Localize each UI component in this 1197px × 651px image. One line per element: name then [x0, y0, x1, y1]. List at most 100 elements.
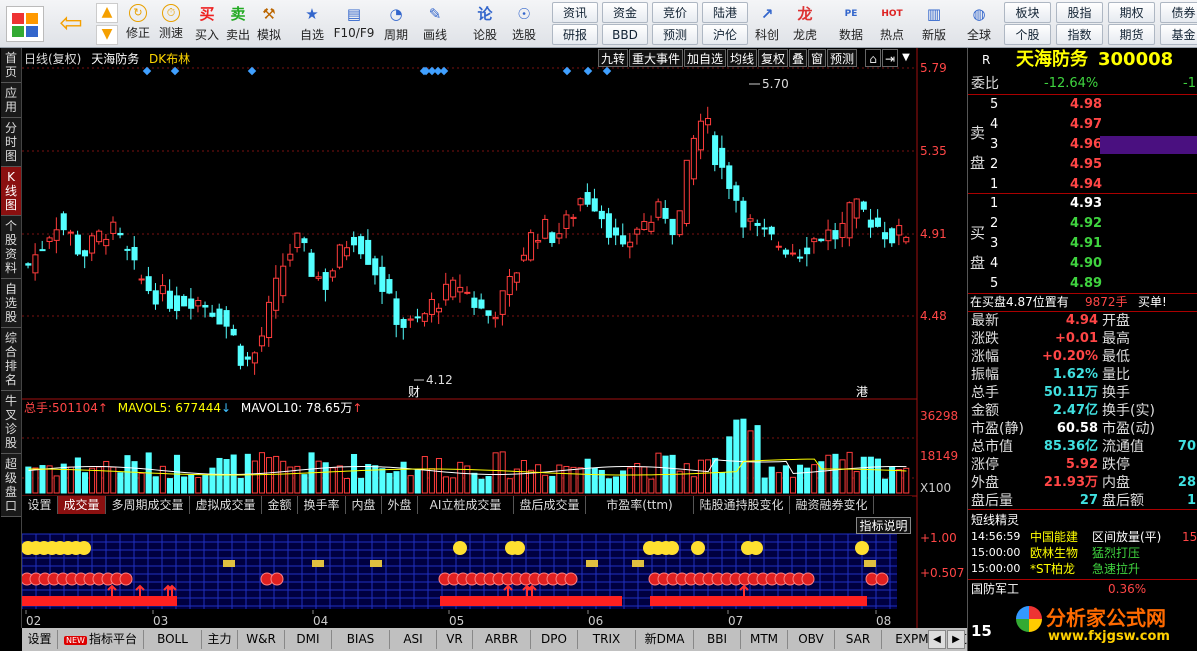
kline-chart-area[interactable]: 5.79 5.35 4.91 4.48 36298 18149 X100 5.70 4.12 财 港…	[22, 48, 967, 628]
expand-icon[interactable]: ⇥	[882, 49, 898, 67]
indicator-tab-2[interactable]: BOLL	[144, 630, 202, 649]
sector-row[interactable]: 国防军工 0.36%	[968, 580, 1197, 598]
left-nav-item-6[interactable]: 综合排名	[1, 328, 21, 391]
indicator-tab-4[interactable]: W&R	[238, 630, 285, 649]
toolbar-sell-button[interactable]: 卖卖出	[223, 2, 253, 46]
toolbar-doc-button[interactable]: ▥ 新版	[917, 2, 951, 46]
toolbar-clock-button[interactable]: ◔ 周期	[379, 2, 413, 46]
chart-btn-6[interactable]: 窗	[808, 49, 826, 67]
vol-tab-9[interactable]: 盘后成交量	[514, 496, 586, 514]
left-nav-item-8[interactable]: 超级盘口	[1, 454, 21, 517]
quick-link-15[interactable]: 基金	[1160, 24, 1197, 45]
chart-btn-3[interactable]: 均线	[727, 49, 757, 67]
toolbar-chart-button[interactable]: ↗ 科创	[750, 2, 784, 46]
quick-link-14[interactable]: 期货	[1108, 24, 1155, 45]
buy-level-3[interactable]: 3 4.91	[968, 235, 1197, 253]
left-nav-item-0[interactable]: 首页	[1, 48, 21, 83]
left-nav-item-1[interactable]: 应用	[1, 83, 21, 118]
vol-tab-7[interactable]: 外盘	[382, 496, 418, 514]
vol-tab-5[interactable]: 换手率	[298, 496, 346, 514]
quick-link-11[interactable]: 债券	[1160, 2, 1197, 23]
buy-level-5[interactable]: 5 4.89	[968, 275, 1197, 293]
toolbar-filter-button[interactable]: ☉ 选股	[505, 2, 543, 46]
toolbar-star-button[interactable]: ★ 自选	[296, 2, 328, 46]
scroll-right-icon[interactable]: ▶	[947, 630, 965, 649]
sell-level-2[interactable]: 2 4.95	[968, 156, 1197, 174]
toolbar-pe-button[interactable]: PE 数据	[834, 2, 868, 46]
indicator-help-button[interactable]: 指标说明	[856, 517, 911, 534]
nav-1-button[interactable]: ⏱ 测速	[155, 2, 187, 46]
left-nav-item-4[interactable]: 个股资料	[1, 216, 21, 279]
vol-tab-12[interactable]: 融资融券变化	[790, 496, 874, 514]
vol-tab-3[interactable]: 虚拟成交量	[190, 496, 262, 514]
vol-tab-8[interactable]: AI立桩成交量	[418, 496, 514, 514]
quick-link-6[interactable]: 预测	[652, 24, 698, 45]
indicator-tab-9[interactable]: ARBR	[473, 630, 531, 649]
chart-btn-0[interactable]: 九转	[598, 49, 628, 67]
indicator-tab-15[interactable]: OBV	[788, 630, 835, 649]
indicator-tab-12[interactable]: 新DMA	[636, 630, 694, 649]
toolbar-globe-button[interactable]: ◍ 全球	[961, 2, 997, 46]
indicator-tab-8[interactable]: VR	[437, 630, 473, 649]
quick-link-13[interactable]: 指数	[1056, 24, 1103, 45]
sprite-title[interactable]: 短线精灵	[968, 511, 1197, 529]
sell-level-5[interactable]: 5 4.98	[968, 96, 1197, 114]
sell-level-1[interactable]: 1 4.94	[968, 176, 1197, 194]
sprite-row-1[interactable]: 15:00:00 欧林生物 猛烈打压	[968, 545, 1197, 561]
kline-svg[interactable]: 5.79 5.35 4.91 4.48 36298 18149 X100 5.70 4.12 财 港…	[22, 48, 967, 628]
toolbar-dragon-button[interactable]: 龙龙虎	[788, 2, 822, 46]
chart-btn-2[interactable]: 加自选	[684, 49, 726, 67]
app-logo[interactable]	[6, 6, 44, 42]
quick-link-3[interactable]: 陆港	[702, 2, 748, 23]
lock-icon[interactable]: ⌂	[865, 49, 881, 67]
left-nav-item-3[interactable]: K线图	[1, 167, 21, 216]
indicator-tab-0[interactable]: 设置	[22, 630, 58, 649]
left-nav-item-2[interactable]: 分时图	[1, 118, 21, 167]
indicator-tab-10[interactable]: DPO	[531, 630, 578, 649]
indicator-tab-7[interactable]: ASI	[390, 630, 437, 649]
down-arrow-icon[interactable]: ▼	[96, 25, 118, 45]
vol-tab-0[interactable]: 设置	[22, 496, 58, 514]
toolbar-buy-button[interactable]: 买买入	[192, 2, 222, 46]
toolbar-f10-button[interactable]: ▤ F10/F9	[331, 2, 377, 46]
toolbar-hot-button[interactable]: HOT 热点	[875, 2, 909, 46]
scroll-left-icon[interactable]: ◀	[928, 630, 946, 649]
quick-link-10[interactable]: 期权	[1108, 2, 1155, 23]
vol-tab-10[interactable]: 市盈率(ttm)	[586, 496, 694, 514]
toolbar-hammer-button[interactable]: ⚒ 模拟	[254, 2, 284, 46]
chart-btn-4[interactable]: 复权	[758, 49, 788, 67]
up-arrow-icon[interactable]: ▲	[96, 3, 118, 23]
toolbar-chat-button[interactable]: 论论股	[468, 2, 502, 46]
toolbar-pen-button[interactable]: ✎ 画线	[418, 2, 452, 46]
buy-level-4[interactable]: 4 4.90	[968, 255, 1197, 273]
quick-link-5[interactable]: BBD	[602, 24, 648, 45]
event-tag-fin[interactable]: 财	[408, 385, 420, 399]
menu-down-icon[interactable]: ▼	[899, 49, 913, 67]
quick-link-7[interactable]: 沪伦	[702, 24, 748, 45]
left-nav-item-5[interactable]: 自选股	[1, 279, 21, 328]
indicator-tab-1[interactable]: NEW 指标平台	[58, 630, 144, 649]
indicator-tab-14[interactable]: MTM	[741, 630, 788, 649]
quick-link-2[interactable]: 竞价	[652, 2, 698, 23]
indicator-tab-5[interactable]: DMI	[285, 630, 332, 649]
quick-link-9[interactable]: 股指	[1056, 2, 1103, 23]
vol-tab-11[interactable]: 陆股通持股变化	[694, 496, 790, 514]
buy-level-1[interactable]: 1 4.93	[968, 195, 1197, 213]
quick-link-0[interactable]: 资讯	[552, 2, 598, 23]
quick-link-12[interactable]: 个股	[1004, 24, 1051, 45]
indicator-tab-11[interactable]: TRIX	[578, 630, 636, 649]
sprite-row-0[interactable]: 14:56:59 中国能建 区间放量(平) 15	[968, 529, 1197, 545]
left-nav-item-7[interactable]: 牛叉诊股	[1, 391, 21, 454]
vol-tab-1[interactable]: 成交量	[58, 496, 106, 514]
vol-tab-4[interactable]: 金额	[262, 496, 298, 514]
indicator-tab-3[interactable]: 主力	[202, 630, 238, 649]
buy-level-2[interactable]: 2 4.92	[968, 215, 1197, 233]
quick-link-4[interactable]: 研报	[552, 24, 598, 45]
indicator-tab-13[interactable]: BBI	[694, 630, 741, 649]
indicator-tab-16[interactable]: SAR	[835, 630, 882, 649]
nav-0-button[interactable]: ↻ 修正	[122, 2, 154, 46]
sell-level-3[interactable]: 3 4.96	[968, 136, 1197, 154]
quick-link-8[interactable]: 板块	[1004, 2, 1051, 23]
vol-tab-2[interactable]: 多周期成交量	[106, 496, 190, 514]
indicator-tab-6[interactable]: BIAS	[332, 630, 390, 649]
